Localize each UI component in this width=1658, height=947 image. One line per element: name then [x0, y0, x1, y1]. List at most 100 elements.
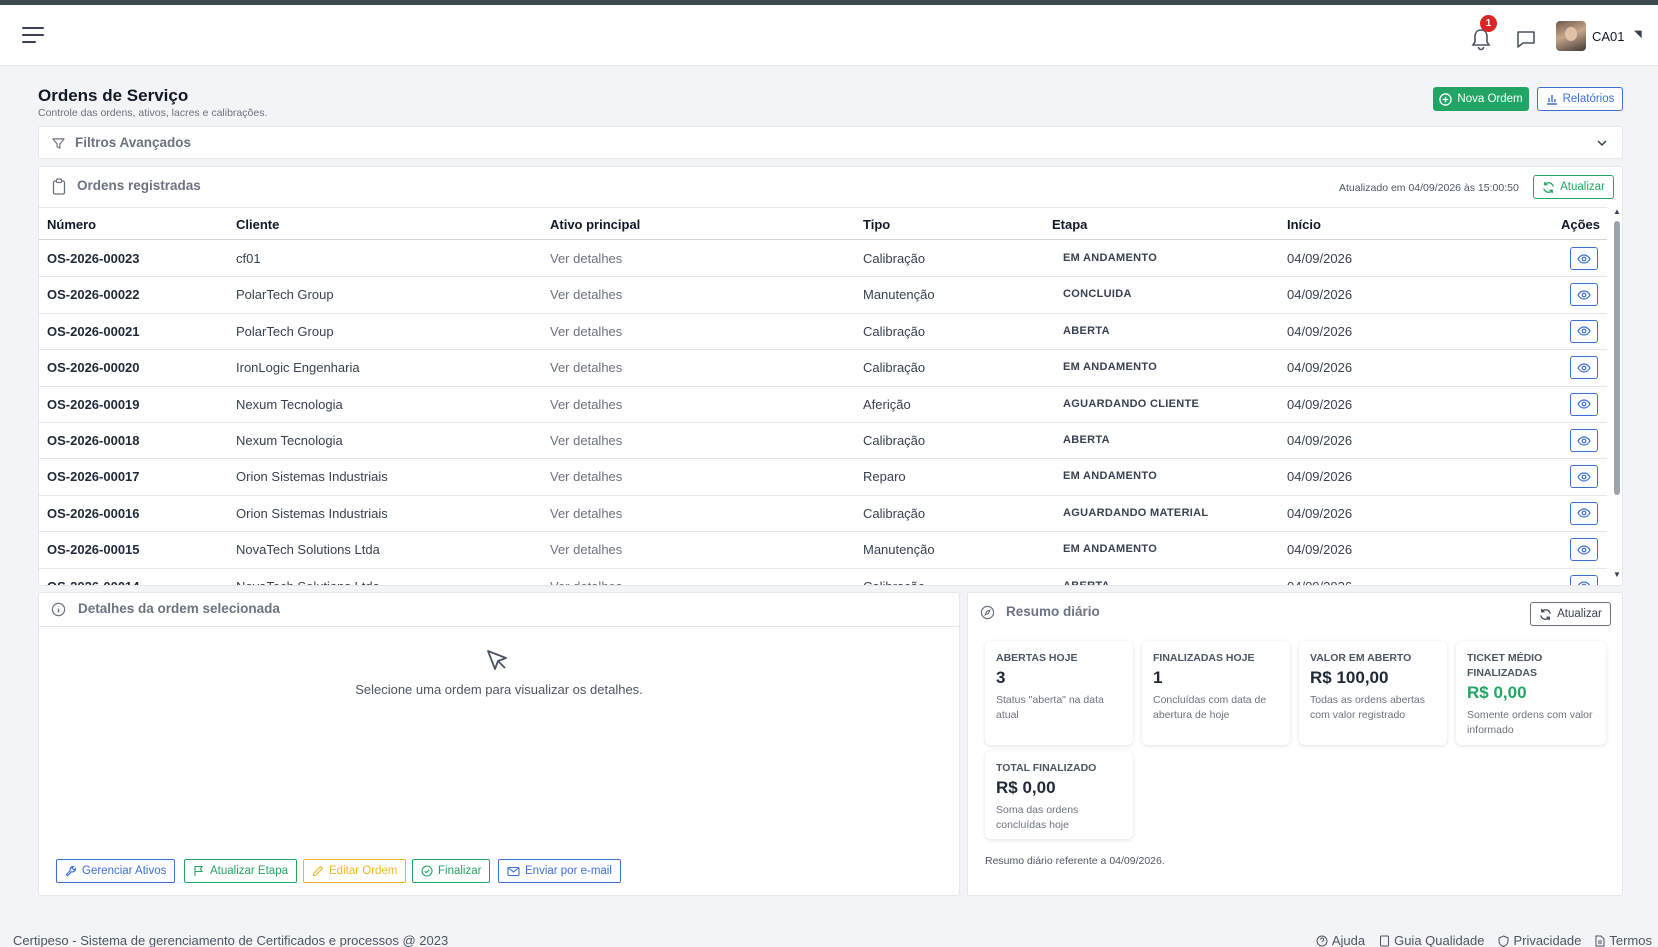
- order-start-date: 04/09/2026: [1287, 323, 1353, 339]
- table-row[interactable]: OS-2026-00016 Orion Sistemas Industriais V…: [39, 496, 1607, 533]
- privacy-link[interactable]: Privacidade: [1498, 933, 1581, 947]
- edit-order-button[interactable]: Editar Ordem: [303, 859, 407, 883]
- col-numero[interactable]: Número: [47, 217, 96, 232]
- order-start-date: 04/09/2026: [1287, 579, 1352, 585]
- order-type: Calibração: [863, 433, 926, 448]
- col-etapa[interactable]: Etapa: [1052, 217, 1087, 232]
- order-main-asset-link[interactable]: Ver detalhes: [550, 469, 622, 484]
- reports-button[interactable]: Relatórios: [1537, 87, 1623, 111]
- order-stage: EM ANDAMENTO: [1063, 543, 1158, 556]
- advanced-filters-panel[interactable]: Filtros Avançados: [38, 126, 1623, 159]
- order-main-asset-link[interactable]: Ver detalhes: [550, 360, 622, 375]
- table-row[interactable]: OS-2026-00019 Nexum Tecnologia Ver detalhe…: [39, 387, 1607, 423]
- page-title: Ordens de Serviço: [38, 86, 189, 105]
- new-order-button[interactable]: Nova Ordem: [1433, 87, 1529, 111]
- kpi-sub: Status "aberta" na data atual: [996, 694, 1104, 721]
- view-order-button[interactable]: [1570, 247, 1598, 270]
- order-main-asset-link[interactable]: Ver detalhes: [550, 324, 622, 339]
- order-start-date: 04/09/2026: [1287, 360, 1353, 376]
- col-inicio[interactable]: Início: [1287, 217, 1321, 232]
- privacy-link-label: Privacidade: [1513, 933, 1582, 947]
- view-order-button[interactable]: [1570, 538, 1598, 562]
- menu-icon[interactable]: [22, 27, 44, 45]
- clipboard-icon: [52, 178, 66, 195]
- table-row[interactable]: OS-2026-00020 IronLogic Engenharia Ver det…: [39, 350, 1607, 387]
- view-order-button[interactable]: [1570, 392, 1598, 416]
- details-divider: [39, 626, 959, 627]
- update-stage-button[interactable]: Atualizar Etapa: [184, 859, 297, 883]
- order-main-asset-link[interactable]: Ver detalhes: [550, 506, 622, 521]
- summary-title: Resumo diário: [1006, 604, 1100, 619]
- table-row[interactable]: OS-2026-00022 PolarTech Group Ver detalhes…: [39, 277, 1607, 314]
- cursor-icon: [487, 650, 507, 670]
- top-navbar: 1 CA01 ◥: [0, 5, 1658, 66]
- col-ativo-principal[interactable]: Ativo principal: [550, 217, 640, 232]
- scroll-thumb[interactable]: [1614, 221, 1620, 495]
- view-order-button[interactable]: [1570, 319, 1598, 343]
- order-type: Calibração: [863, 360, 926, 376]
- eye-icon: [1577, 326, 1591, 336]
- order-main-asset-link[interactable]: Ver detalhes: [550, 579, 622, 585]
- order-type: Manutenção: [863, 542, 935, 558]
- avatar[interactable]: [1556, 21, 1586, 51]
- col-tipo[interactable]: Tipo: [863, 217, 890, 232]
- order-stage: CONCLUIDA: [1063, 288, 1132, 301]
- view-order-button[interactable]: [1570, 356, 1598, 380]
- table-row[interactable]: OS-2026-00015 NovaTech Solutions Ltda Ver …: [39, 532, 1607, 569]
- order-main-asset-link[interactable]: Ver detalhes: [550, 287, 622, 302]
- view-order-button[interactable]: [1570, 465, 1598, 489]
- order-start-date: 04/09/2026: [1287, 251, 1353, 266]
- scroll-up-arrow[interactable]: ▲: [1613, 207, 1621, 216]
- eye-icon: [1577, 399, 1591, 409]
- manage-assets-button[interactable]: Gerenciar Ativos: [56, 859, 176, 883]
- order-client: Orion Sistemas Industriais: [236, 505, 388, 521]
- reports-label: Relatórios: [1562, 93, 1615, 105]
- view-order-button[interactable]: [1570, 574, 1598, 585]
- table-row[interactable]: OS-2026-00023 cf01 Ver detalhes Calibração E…: [39, 241, 1607, 278]
- col-cliente[interactable]: Cliente: [236, 217, 279, 232]
- table-row[interactable]: OS-2026-00014 NovaTech Solutions Ltda Ver …: [39, 569, 1607, 585]
- help-icon: [1316, 935, 1328, 946]
- kpi-finalizadas-hoje: FINALIZADAS HOJE 1 Concluídas com data d…: [1142, 641, 1290, 745]
- user-menu-caret[interactable]: ◥: [1634, 29, 1642, 40]
- terms-link[interactable]: Termos: [1595, 933, 1652, 947]
- order-number: OS-2026-00019: [47, 396, 140, 412]
- eye-icon: [1577, 508, 1591, 518]
- order-main-asset-link[interactable]: Ver detalhes: [550, 542, 622, 557]
- mail-icon: [507, 866, 520, 876]
- order-client: Nexum Tecnologia: [236, 433, 343, 448]
- view-order-button[interactable]: [1570, 429, 1598, 452]
- table-row[interactable]: OS-2026-00021 PolarTech Group Ver detalhes…: [39, 314, 1607, 351]
- scroll-down-arrow[interactable]: ▼: [1613, 570, 1621, 579]
- quality-guide-link[interactable]: Guia Qualidade: [1379, 933, 1484, 947]
- send-email-button[interactable]: Enviar por e-mail: [498, 859, 621, 883]
- view-order-button[interactable]: [1570, 283, 1598, 307]
- kpi-label: TOTAL FINALIZADO: [996, 762, 1097, 774]
- kpi-value: R$ 0,00: [996, 778, 1056, 797]
- daily-summary-panel: Resumo diário Atualizar ABERTAS HOJE 3 S…: [967, 592, 1623, 896]
- table-scrollbar[interactable]: ▲ ▼: [1612, 207, 1622, 579]
- footer-links: Ajuda Guia Qualidade Privacidade Termos: [1316, 933, 1652, 947]
- order-start-date: 04/09/2026: [1287, 469, 1353, 485]
- eye-icon: [1577, 545, 1591, 555]
- table-row[interactable]: OS-2026-00018 Nexum Tecnologia Ver detalhe…: [39, 423, 1607, 460]
- finalize-button[interactable]: Finalizar: [412, 859, 491, 883]
- help-link[interactable]: Ajuda: [1316, 933, 1365, 947]
- chevron-down-icon[interactable]: [1596, 138, 1608, 148]
- order-main-asset-link[interactable]: Ver detalhes: [550, 433, 622, 448]
- orders-refresh-button[interactable]: Atualizar: [1533, 175, 1614, 199]
- order-main-asset-link[interactable]: Ver detalhes: [550, 251, 622, 266]
- order-start-date: 04/09/2026: [1287, 505, 1353, 521]
- username[interactable]: CA01: [1592, 29, 1625, 44]
- summary-refresh-button[interactable]: Atualizar: [1530, 602, 1611, 626]
- edit-order-label: Editar Ordem: [329, 865, 398, 877]
- kpi-sub: Soma das ordens concluídas hoje: [996, 804, 1079, 831]
- view-order-button[interactable]: [1570, 501, 1598, 525]
- order-main-asset-link[interactable]: Ver detalhes: [550, 397, 622, 412]
- bar-chart-icon: [1546, 95, 1557, 105]
- table-row[interactable]: OS-2026-00017 Orion Sistemas Industriais V…: [39, 459, 1607, 496]
- chat-icon[interactable]: [1515, 28, 1537, 50]
- order-number: OS-2026-00015: [47, 542, 140, 558]
- eye-icon: [1577, 435, 1591, 446]
- order-stage: ABERTA: [1063, 434, 1110, 446]
